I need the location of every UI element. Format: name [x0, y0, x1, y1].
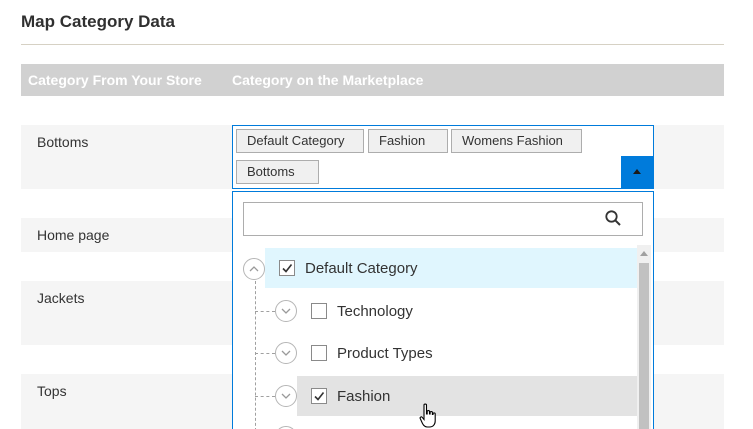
title-divider	[21, 44, 724, 45]
tree-node-label: Product Types	[337, 345, 433, 362]
search-icon[interactable]	[604, 209, 622, 227]
category-multiselect[interactable]: Default Category Fashion Womens Fashion …	[232, 125, 654, 189]
chevron-down-circle-icon[interactable]	[275, 300, 297, 322]
header-marketplace-category: Category on the Marketplace	[232, 72, 424, 88]
row-label-bottoms: Bottoms	[37, 134, 89, 150]
checkbox-product-types[interactable]	[311, 345, 327, 361]
chevron-down-circle-icon[interactable]	[275, 342, 297, 364]
header-store-category: Category From Your Store	[28, 72, 202, 88]
checkbox-technology[interactable]	[311, 303, 327, 319]
row-label-tops: Tops	[37, 383, 67, 399]
mapping-table-header: Category From Your Store Category on the…	[21, 64, 724, 96]
hand-pointer-icon	[419, 403, 436, 428]
scroll-up-arrow-icon[interactable]	[640, 251, 648, 256]
dropdown-toggle-button[interactable]	[621, 156, 653, 188]
dropdown-scrollbar[interactable]	[637, 245, 651, 429]
tree-node-label: Default Category	[305, 260, 418, 277]
selected-chip[interactable]: Bottoms	[236, 160, 319, 184]
checkbox-default-category[interactable]	[279, 260, 295, 276]
chevron-down-circle-icon[interactable]	[275, 385, 297, 407]
scrollbar-thumb[interactable]	[639, 263, 649, 429]
selected-chip[interactable]: Default Category	[236, 129, 364, 153]
tree-node-label: Fashion	[337, 388, 391, 405]
section-title: Map Category Data	[21, 12, 175, 31]
triangle-up-icon	[633, 169, 641, 174]
selected-chip[interactable]: Fashion	[368, 129, 448, 153]
tree-node-label: Technology	[337, 303, 413, 320]
chevron-up-circle-icon[interactable]	[243, 258, 265, 280]
category-dropdown: Default Category Technology Product Type…	[232, 191, 654, 429]
selected-chip[interactable]: Womens Fashion	[451, 129, 582, 153]
row-label-jackets: Jackets	[37, 290, 85, 306]
row-label-home-page: Home page	[37, 227, 110, 243]
search-input[interactable]	[243, 202, 643, 236]
checkbox-fashion[interactable]	[311, 388, 327, 404]
category-tree: Default Category Technology Product Type…	[233, 246, 641, 429]
